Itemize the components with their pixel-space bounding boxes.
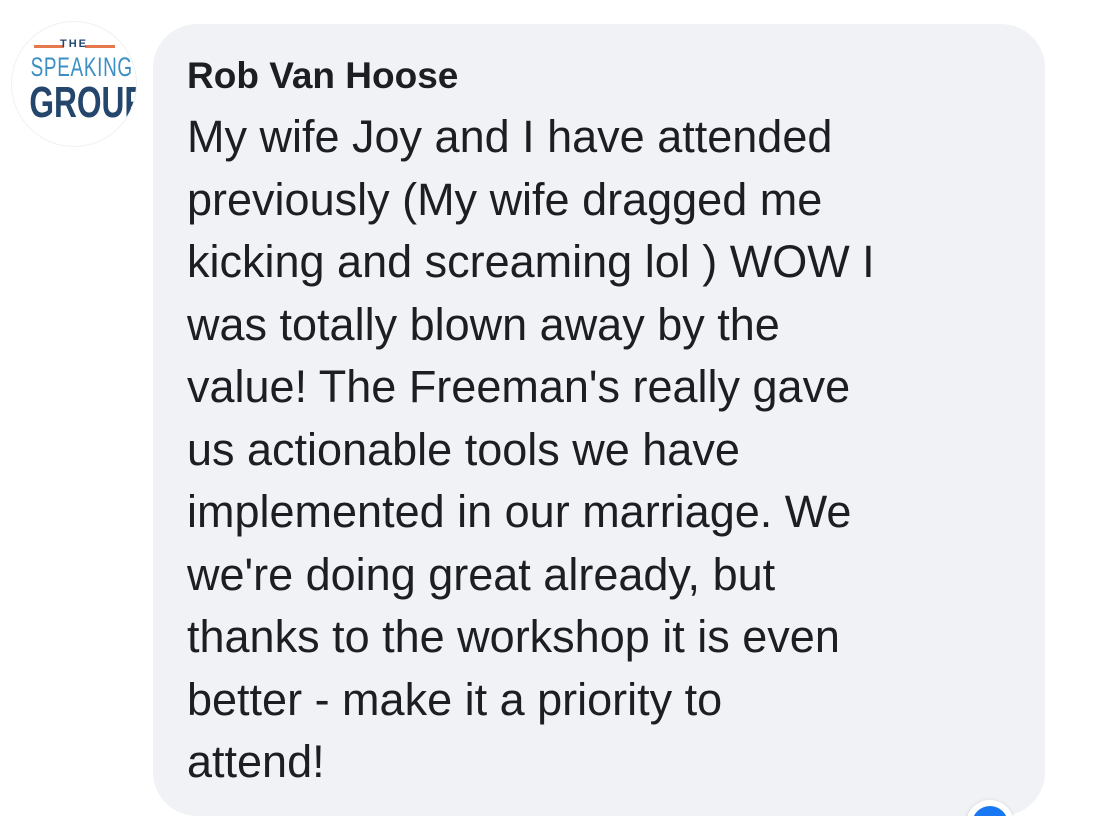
comment-line: My wife Joy and I have attended [187,111,833,162]
comment-line: thanks to the workshop it is even [187,611,840,662]
comment-line: attend! [187,736,325,787]
comment-line: was totally blown away by the [187,298,780,350]
logo-text-group: GROUP [29,78,136,127]
comment-line: better - make it a priority to [187,673,723,725]
comment-author[interactable]: Rob Van Hoose [187,52,1019,100]
comment-line: previously (My wife dragged me [187,173,823,225]
like-reaction-badge [972,806,1008,816]
logo-text-the: THE [60,38,88,50]
comment-text: My wife Joy and I have attended previous… [187,106,1017,794]
comment-line: we're doing great already, but [187,548,776,600]
avatar[interactable]: THE SPEAKING GROUP [12,22,136,146]
comment-line: implemented in our marriage. We [187,486,852,537]
comment-line: value! The Freeman's really gave [187,361,851,412]
comment-line: us actionable tools we have [187,423,740,475]
comment-line: kicking and screaming lol ) WOW I [187,236,875,287]
comment-bubble: Rob Van Hoose My wife Joy and I have att… [153,24,1045,816]
